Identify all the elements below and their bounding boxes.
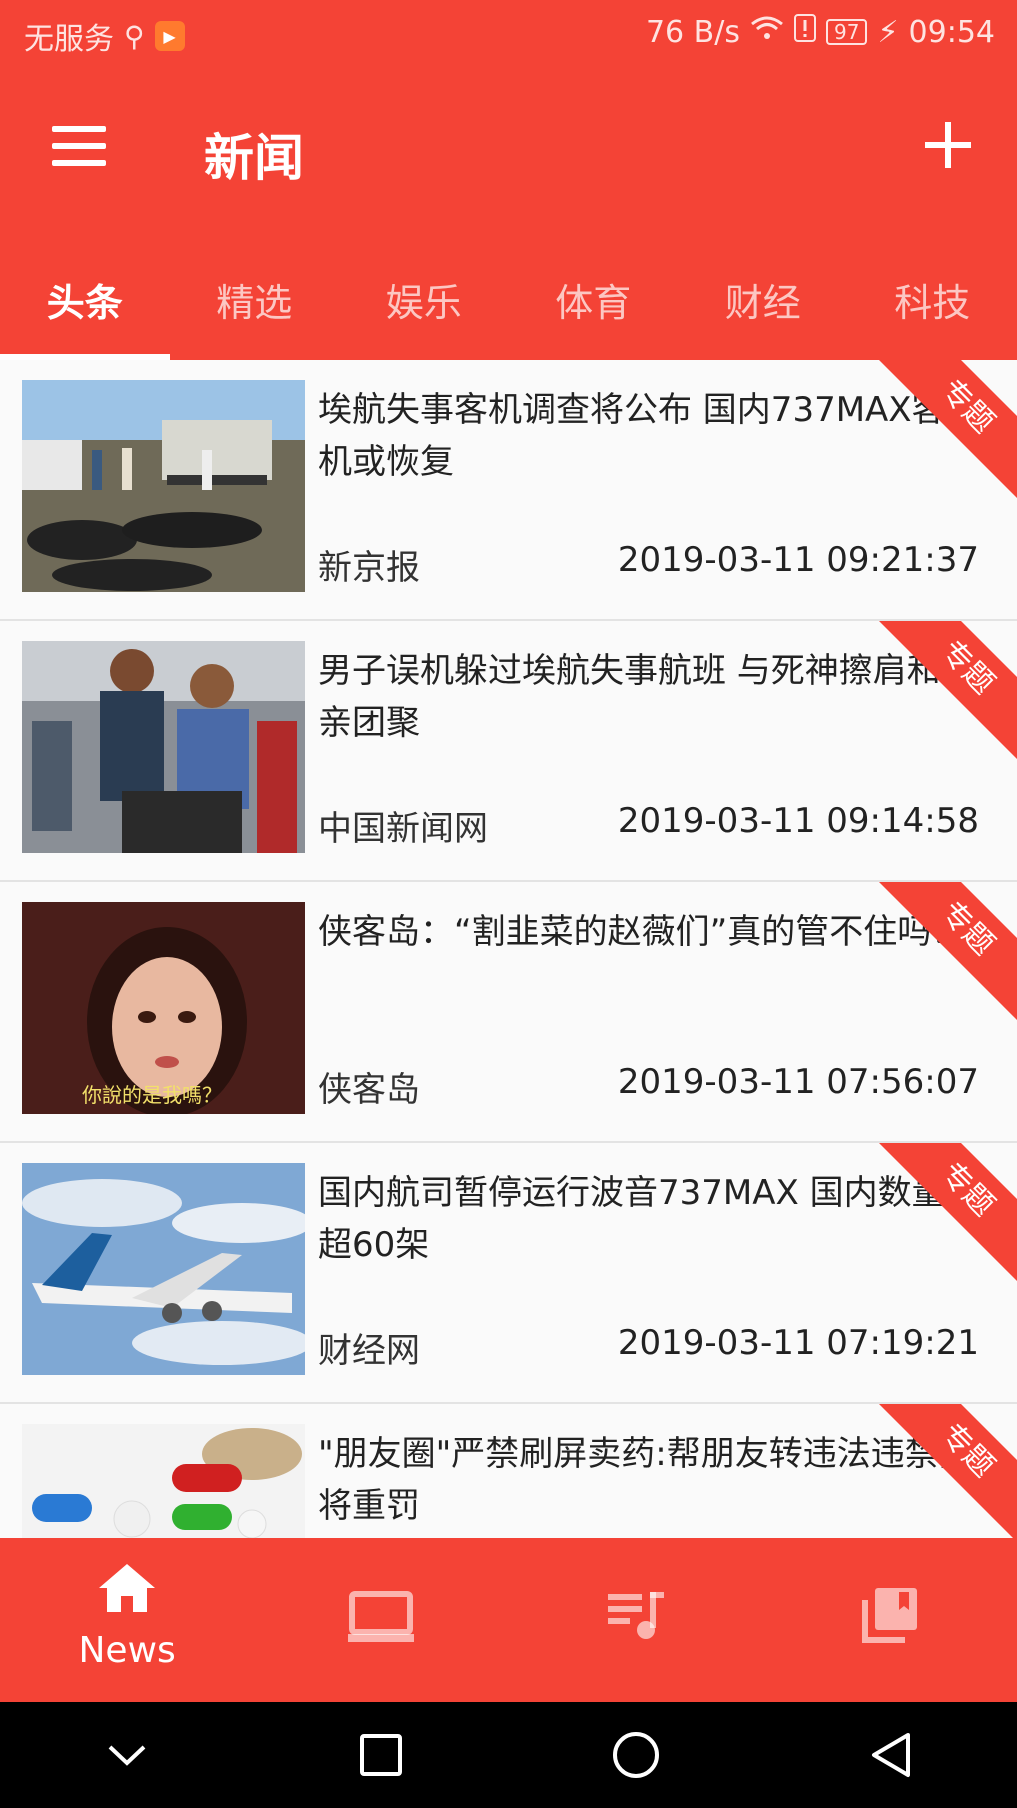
tab-entertainment[interactable]: 娱乐 xyxy=(339,232,509,360)
news-source: 财经网 xyxy=(318,1331,420,1371)
nav-news-label: News xyxy=(78,1630,176,1671)
news-time: 2019-03-11 09:14:58 xyxy=(617,801,979,841)
library-icon xyxy=(861,1588,917,1643)
news-item[interactable]: 男子误机躲过埃航失事航班 与死神擦肩和父亲团聚 中国新闻网 2019-03-11… xyxy=(0,621,1017,882)
news-time: 2019-03-11 09:21:37 xyxy=(617,540,979,580)
tab-technology[interactable]: 科技 xyxy=(848,232,1017,360)
wifi-icon xyxy=(750,14,784,50)
news-time: 2019-03-11 07:56:07 xyxy=(617,1062,979,1102)
news-thumbnail xyxy=(22,1163,305,1375)
tv-icon xyxy=(348,1591,415,1642)
back-button[interactable] xyxy=(763,1702,1017,1808)
hide-nav-button[interactable] xyxy=(0,1702,254,1808)
notification-app-icon: ▶ xyxy=(154,21,185,51)
news-item[interactable]: 埃航失事客机调查将公布 国内737MAX客机或恢复 新京报 2019-03-11… xyxy=(0,360,1017,621)
news-thumbnail: 你說的是我嗎？ xyxy=(22,902,305,1114)
news-thumbnail xyxy=(22,1424,305,1538)
news-title: "朋友圈"严禁刷屏卖药:帮朋友转违法违禁品将重罚 xyxy=(318,1434,973,1526)
network-speed: 76 B/s xyxy=(645,14,740,50)
square-icon xyxy=(360,1734,403,1776)
news-item[interactable]: 国内航司暂停运行波音737MAX 国内数量超60架 财经网 2019-03-11… xyxy=(0,1143,1017,1404)
category-tabs: 头条 精选 娱乐 体育 财经 科技 xyxy=(0,232,1017,360)
menu-icon[interactable] xyxy=(52,126,106,166)
add-icon[interactable] xyxy=(925,122,971,168)
news-title: 埃航失事客机调查将公布 国内737MAX客机或恢复 xyxy=(318,390,946,482)
news-time: 2019-03-11 07:19:21 xyxy=(617,1323,979,1363)
page-title: 新闻 xyxy=(204,129,304,187)
news-thumbnail xyxy=(22,641,305,853)
back-triangle-icon xyxy=(871,1733,910,1777)
battery-icon: 97 xyxy=(826,19,868,45)
nav-news[interactable]: News xyxy=(0,1538,254,1702)
playlist-icon xyxy=(607,1592,664,1639)
news-thumbnail xyxy=(22,380,305,592)
clock: 09:54 xyxy=(908,14,995,50)
tab-finance[interactable]: 财经 xyxy=(678,232,848,360)
news-item[interactable]: "朋友圈"严禁刷屏卖药:帮朋友转违法违禁品将重罚 专题 xyxy=(0,1404,1017,1538)
tab-featured[interactable]: 精选 xyxy=(170,232,340,360)
news-list[interactable]: 埃航失事客机调查将公布 国内737MAX客机或恢复 新京报 2019-03-11… xyxy=(0,360,1017,1538)
news-source: 中国新闻网 xyxy=(318,809,488,849)
tab-sports[interactable]: 体育 xyxy=(509,232,679,360)
status-bar: 无服务 ⚲ ▶ 76 B/s 97 ⚡ 09:54 xyxy=(0,0,1017,72)
usb-icon: ⚲ xyxy=(124,19,145,53)
news-title: 男子误机躲过埃航失事航班 与死神擦肩和父亲团聚 xyxy=(318,651,975,743)
news-title: 国内航司暂停运行波音737MAX 国内数量超60架 xyxy=(318,1173,946,1265)
home-button[interactable] xyxy=(509,1702,763,1808)
home-icon xyxy=(99,1564,156,1612)
news-source: 新京报 xyxy=(318,548,420,588)
news-title: 侠客岛：“割韭菜的赵薇们”真的管不住吗？ xyxy=(318,912,966,952)
bottom-navigation: News xyxy=(0,1538,1017,1702)
chevron-down-icon xyxy=(108,1745,146,1766)
news-item[interactable]: 你說的是我嗎？ 侠客岛：“割韭菜的赵薇们”真的管不住吗？ 侠客岛 2019-03… xyxy=(0,882,1017,1143)
app-bar: 新闻 xyxy=(0,72,1017,232)
circle-icon xyxy=(612,1732,659,1778)
nav-music[interactable] xyxy=(509,1538,763,1702)
nav-video[interactable] xyxy=(254,1538,508,1702)
thumb-caption: 你說的是我嗎？ xyxy=(82,1083,222,1107)
charging-icon: ⚡ xyxy=(877,14,899,50)
nav-library[interactable] xyxy=(763,1538,1017,1702)
carrier-text: 无服务 xyxy=(24,22,114,57)
system-navigation-bar xyxy=(0,1702,1017,1808)
sim-alert-icon xyxy=(794,14,816,50)
recents-button[interactable] xyxy=(254,1702,508,1808)
news-source: 侠客岛 xyxy=(318,1070,420,1110)
tab-headlines[interactable]: 头条 xyxy=(0,232,170,360)
